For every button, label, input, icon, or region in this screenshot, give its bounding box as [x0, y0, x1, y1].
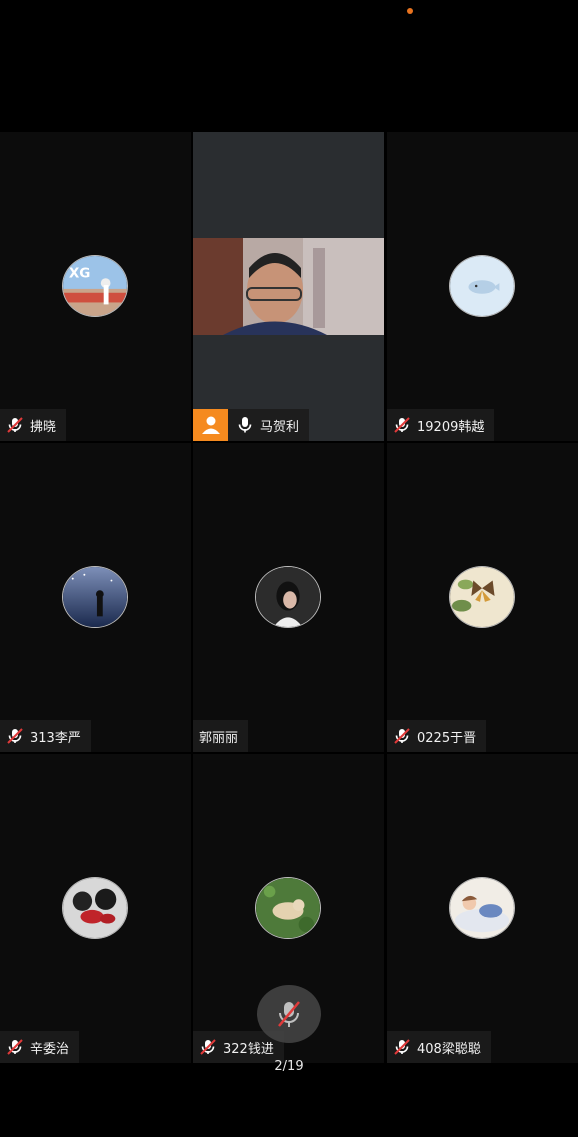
participant-name: 0225于晋 — [417, 730, 477, 746]
name-tag: 郭丽丽 — [193, 720, 249, 752]
video-feed — [193, 238, 384, 335]
avatar — [449, 877, 515, 939]
avatar — [255, 877, 321, 939]
mic-muted-icon — [394, 728, 410, 744]
recording-indicator-dot — [407, 8, 413, 14]
whale-icon — [450, 256, 514, 316]
butterfly-icon — [450, 567, 514, 627]
avatar — [62, 877, 128, 939]
mic-muted-icon — [7, 728, 23, 744]
participant-name: 郭丽丽 — [199, 730, 239, 746]
participant-tile[interactable]: 辛委治 — [0, 754, 191, 1063]
mic-muted-icon — [394, 1039, 410, 1055]
participant-tile[interactable]: 408梁聪聪 — [387, 754, 578, 1063]
participant-tile[interactable]: 313李严 — [0, 443, 191, 752]
participant-tile[interactable]: 19209韩越 — [387, 132, 578, 441]
participant-tile[interactable]: 郭丽丽 — [193, 443, 384, 752]
host-badge — [193, 409, 228, 441]
participant-tile[interactable]: XG 拂晓 — [0, 132, 191, 441]
mic-muted-icon — [278, 1001, 300, 1027]
participant-name: 辛委治 — [30, 1041, 70, 1057]
person-icon — [201, 416, 220, 434]
avatar — [62, 566, 128, 628]
avatar — [255, 566, 321, 628]
mic-muted-icon — [200, 1039, 216, 1055]
name-tag: 313李严 — [0, 720, 91, 752]
name-tag: 拂晓 — [0, 409, 67, 441]
mic-muted-icon — [394, 417, 410, 433]
svg-text:XG: XG — [69, 265, 91, 281]
mute-toggle-button[interactable] — [257, 985, 321, 1043]
participant-name: 19209韩越 — [417, 419, 485, 435]
avatar — [449, 255, 515, 317]
mic-on-icon — [238, 417, 252, 433]
page-indicator: 2/19 — [274, 1059, 304, 1074]
participant-tile-video[interactable]: 马贺利 — [193, 132, 384, 441]
avatar — [449, 566, 515, 628]
avatar: XG — [62, 255, 128, 317]
name-tag: 0225于晋 — [387, 720, 487, 752]
meeting-screen: XG 拂晓 马贺利 19209韩越 313李严 郭丽丽 0225于晋 辛委治 3… — [0, 0, 578, 1137]
participant-grid: XG 拂晓 马贺利 19209韩越 313李严 郭丽丽 0225于晋 辛委治 3… — [0, 132, 578, 1063]
participant-name: 322钱进 — [223, 1041, 274, 1057]
participant-name: 408梁聪聪 — [417, 1041, 481, 1057]
mic-muted-icon — [7, 417, 23, 433]
name-tag: 19209韩越 — [387, 409, 495, 441]
participant-tile[interactable]: 0225于晋 — [387, 443, 578, 752]
participant-name: 拂晓 — [30, 419, 57, 435]
participant-name: 313李严 — [30, 730, 81, 746]
mic-muted-icon — [7, 1039, 23, 1055]
name-tag: 马贺利 — [193, 409, 310, 441]
participant-name: 马贺利 — [260, 419, 300, 435]
